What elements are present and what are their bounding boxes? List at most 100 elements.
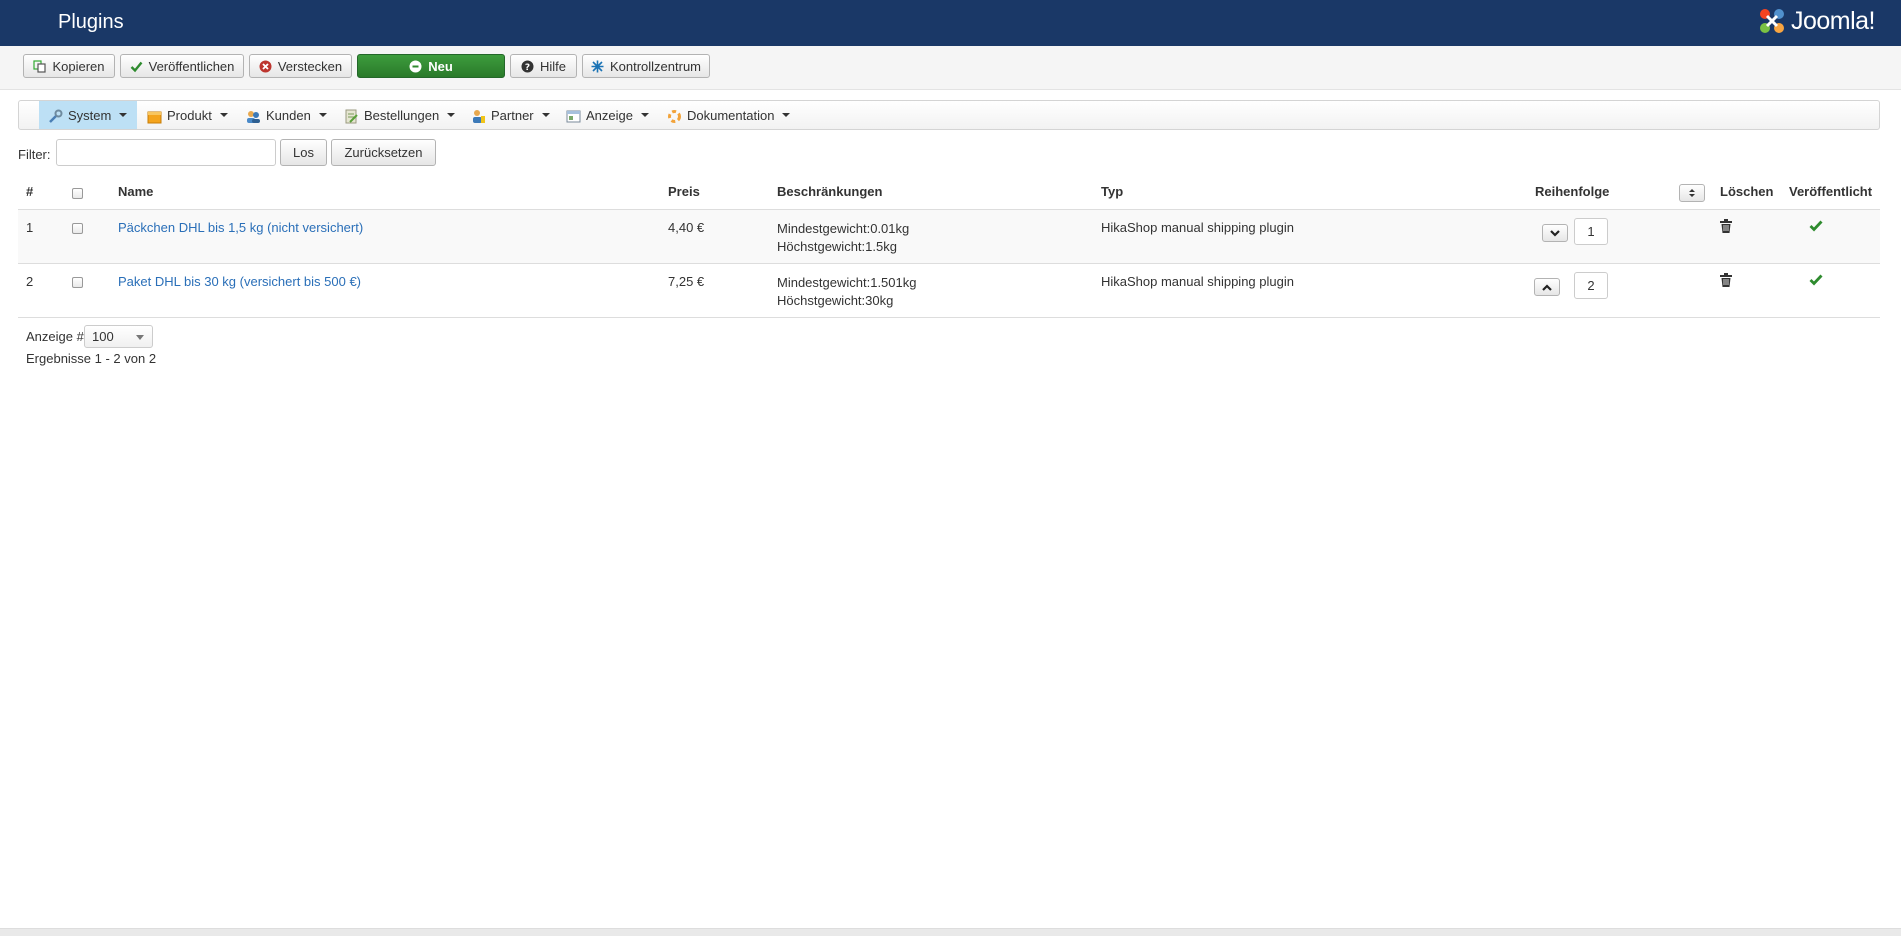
menu-kunden[interactable]: Kunden xyxy=(246,101,327,129)
plugin-name-link[interactable]: Paket DHL bis 30 kg (versichert bis 500 … xyxy=(118,274,361,289)
chevron-down-icon xyxy=(219,113,228,117)
select-all-checkbox[interactable] xyxy=(72,188,83,199)
save-order-button[interactable] xyxy=(1679,184,1705,202)
unpublish-icon xyxy=(259,60,272,73)
new-label: Neu xyxy=(428,58,453,74)
restriction-max: Höchstgewicht:30kg xyxy=(777,293,894,308)
chevron-down-icon xyxy=(1550,229,1560,237)
menu-kunden-label: Kunden xyxy=(266,107,311,123)
check-icon xyxy=(1809,274,1823,286)
table-row: 1 Päckchen DHL bis 1,5 kg (nicht versich… xyxy=(18,210,1880,264)
row-checkbox[interactable] xyxy=(72,223,83,234)
help-button[interactable]: ? Hilfe xyxy=(510,54,577,78)
menu-dokumentation[interactable]: Dokumentation xyxy=(667,101,791,129)
order-input[interactable]: 1 xyxy=(1574,218,1608,245)
col-name[interactable]: Name xyxy=(118,184,153,199)
new-button[interactable]: Neu xyxy=(357,54,505,78)
row-price: 4,40 € xyxy=(668,220,705,235)
table-header: # Name Preis Beschränkungen Typ Reihenfo… xyxy=(18,177,1880,210)
delete-button[interactable] xyxy=(1720,219,1732,236)
chevron-down-icon xyxy=(541,113,550,117)
svg-text:?: ? xyxy=(525,63,530,73)
joomla-logo[interactable]: Joomla! xyxy=(1757,3,1876,39)
check-icon xyxy=(1809,220,1823,232)
filter-go-button[interactable]: Los xyxy=(280,139,327,166)
col-type[interactable]: Typ xyxy=(1101,184,1123,199)
chevron-up-icon xyxy=(1542,283,1552,291)
order-up-button[interactable] xyxy=(1534,278,1560,296)
col-published[interactable]: Veröffentlicht xyxy=(1789,184,1872,199)
menu-partner-label: Partner xyxy=(491,107,534,123)
chevron-down-icon xyxy=(318,113,327,117)
help-icon: ? xyxy=(521,60,534,73)
display-limit-value: 100 xyxy=(92,329,114,344)
order-down-button[interactable] xyxy=(1542,224,1568,242)
help-label: Hilfe xyxy=(539,58,566,74)
hide-button[interactable]: Verstecken xyxy=(249,54,352,78)
row-price: 7,25 € xyxy=(668,274,705,289)
chevron-down-icon xyxy=(640,113,649,117)
published-toggle[interactable] xyxy=(1809,274,1823,289)
col-price[interactable]: Preis xyxy=(668,184,700,199)
hikashop-menu-bar: System Produkt Kunden Bestellungen Partn… xyxy=(18,100,1880,130)
new-icon xyxy=(409,60,422,73)
delete-button[interactable] xyxy=(1720,273,1732,290)
users-icon xyxy=(246,109,260,123)
menu-bestellungen-label: Bestellungen xyxy=(364,107,440,123)
col-delete: Löschen xyxy=(1720,184,1774,199)
joomla-logo-icon xyxy=(1759,9,1784,33)
menu-partner[interactable]: Partner xyxy=(471,101,550,129)
page-title: Plugins xyxy=(58,11,124,33)
menu-bestellungen[interactable]: Bestellungen xyxy=(344,101,456,129)
partner-icon xyxy=(471,109,485,123)
dashboard-button[interactable]: Kontrollzentrum xyxy=(582,54,710,78)
row-number: 1 xyxy=(26,220,34,235)
filter-label: Filter: xyxy=(18,147,51,162)
menu-produkt[interactable]: Produkt xyxy=(147,101,228,129)
toolbar: Kopieren Veröffentlichen Verstecken Neu … xyxy=(0,46,1901,90)
filter-reset-button[interactable]: Zurücksetzen xyxy=(331,139,436,166)
chevron-down-icon xyxy=(136,335,144,340)
menu-anzeige[interactable]: Anzeige xyxy=(566,101,649,129)
menu-system[interactable]: System xyxy=(39,101,137,129)
wrench-icon xyxy=(48,109,63,123)
copy-button[interactable]: Kopieren xyxy=(23,54,115,78)
sort-icon xyxy=(1689,189,1695,197)
publish-button[interactable]: Veröffentlichen xyxy=(120,54,244,78)
copy-label: Kopieren xyxy=(52,58,105,74)
app-header: Plugins Joomla! xyxy=(0,0,1901,46)
row-type: HikaShop manual shipping plugin xyxy=(1101,274,1294,289)
published-toggle[interactable] xyxy=(1809,220,1823,235)
joomla-logo-text: Joomla! xyxy=(1790,6,1876,35)
menu-produkt-label: Produkt xyxy=(167,107,212,123)
publish-label: Veröffentlichen xyxy=(148,58,235,74)
col-number: # xyxy=(26,184,34,199)
box-icon xyxy=(147,109,162,123)
trash-icon xyxy=(1720,273,1732,287)
chevron-down-icon xyxy=(782,113,791,117)
filter-input[interactable] xyxy=(56,139,276,166)
col-ordering[interactable]: Reihenfolge xyxy=(1535,184,1609,199)
row-number: 2 xyxy=(26,274,34,289)
order-input[interactable]: 2 xyxy=(1574,272,1608,299)
menu-anzeige-label: Anzeige xyxy=(586,107,633,123)
chevron-down-icon xyxy=(447,113,456,117)
plugin-name-link[interactable]: Päckchen DHL bis 1,5 kg (nicht versicher… xyxy=(118,220,363,235)
row-type: HikaShop manual shipping plugin xyxy=(1101,220,1294,235)
copy-icon xyxy=(33,59,47,73)
restriction-min: Mindestgewicht:1.501kg xyxy=(777,275,917,290)
check-icon xyxy=(130,60,143,73)
restriction-max: Höchstgewicht:1.5kg xyxy=(777,239,897,254)
trash-icon xyxy=(1720,219,1732,233)
results-count: Ergebnisse 1 - 2 von 2 xyxy=(26,351,157,366)
help-ring-icon xyxy=(667,109,681,123)
col-restrictions: Beschränkungen xyxy=(777,184,883,199)
display-limit-select[interactable]: 100 xyxy=(84,325,153,348)
dashboard-icon xyxy=(591,60,604,73)
orders-icon xyxy=(344,109,358,123)
restriction-min: Mindestgewicht:0.01kg xyxy=(777,221,910,236)
display-limit-label: Anzeige # xyxy=(26,329,84,344)
table-row: 2 Paket DHL bis 30 kg (versichert bis 50… xyxy=(18,264,1880,318)
menu-system-label: System xyxy=(68,107,112,123)
row-checkbox[interactable] xyxy=(72,277,83,288)
